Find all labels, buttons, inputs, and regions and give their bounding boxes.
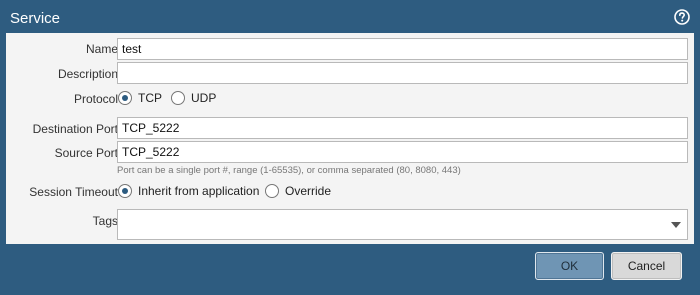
protocol-label: Protocol bbox=[73, 92, 118, 106]
dialog-titlebar: Service bbox=[0, 0, 700, 34]
ok-button[interactable]: OK bbox=[535, 252, 604, 280]
form-panel: Name test Description Protocol TCP UDP D… bbox=[6, 33, 694, 244]
protocol-radio-udp[interactable]: UDP bbox=[171, 91, 216, 105]
source-port-input[interactable]: TCP_5222 bbox=[117, 141, 688, 163]
port-hint: Port can be a single port #, range (1-65… bbox=[117, 165, 461, 176]
description-label: Description bbox=[57, 67, 118, 81]
session-timeout-radio-inherit[interactable]: Inherit from application bbox=[118, 184, 259, 198]
session-timeout-inherit-label: Inherit from application bbox=[138, 184, 260, 198]
destination-port-label: Destination Port bbox=[32, 122, 118, 136]
protocol-radio-tcp[interactable]: TCP bbox=[118, 91, 162, 105]
name-label: Name bbox=[85, 42, 118, 56]
session-timeout-label: Session Timeout bbox=[29, 185, 118, 199]
protocol-udp-label: UDP bbox=[191, 91, 217, 105]
radio-unchecked-icon bbox=[171, 91, 185, 105]
destination-port-input[interactable]: TCP_5222 bbox=[117, 117, 688, 139]
source-port-label: Source Port bbox=[54, 146, 118, 160]
dialog-title: Service bbox=[10, 10, 61, 27]
help-circle-icon[interactable] bbox=[674, 9, 690, 25]
protocol-tcp-label: TCP bbox=[138, 91, 162, 105]
radio-unchecked-icon bbox=[265, 184, 279, 198]
session-timeout-radio-override[interactable]: Override bbox=[265, 184, 331, 198]
chevron-down-icon[interactable] bbox=[671, 222, 681, 228]
service-dialog: Service Name test Description Protocol T… bbox=[0, 0, 700, 295]
radio-checked-icon bbox=[118, 184, 132, 198]
tags-select[interactable] bbox=[117, 209, 688, 240]
description-input[interactable] bbox=[117, 62, 688, 84]
cancel-button[interactable]: Cancel bbox=[611, 252, 682, 280]
tags-label: Tags bbox=[92, 214, 118, 228]
radio-checked-icon bbox=[118, 91, 132, 105]
session-timeout-override-label: Override bbox=[285, 184, 332, 198]
name-input[interactable]: test bbox=[117, 38, 688, 60]
